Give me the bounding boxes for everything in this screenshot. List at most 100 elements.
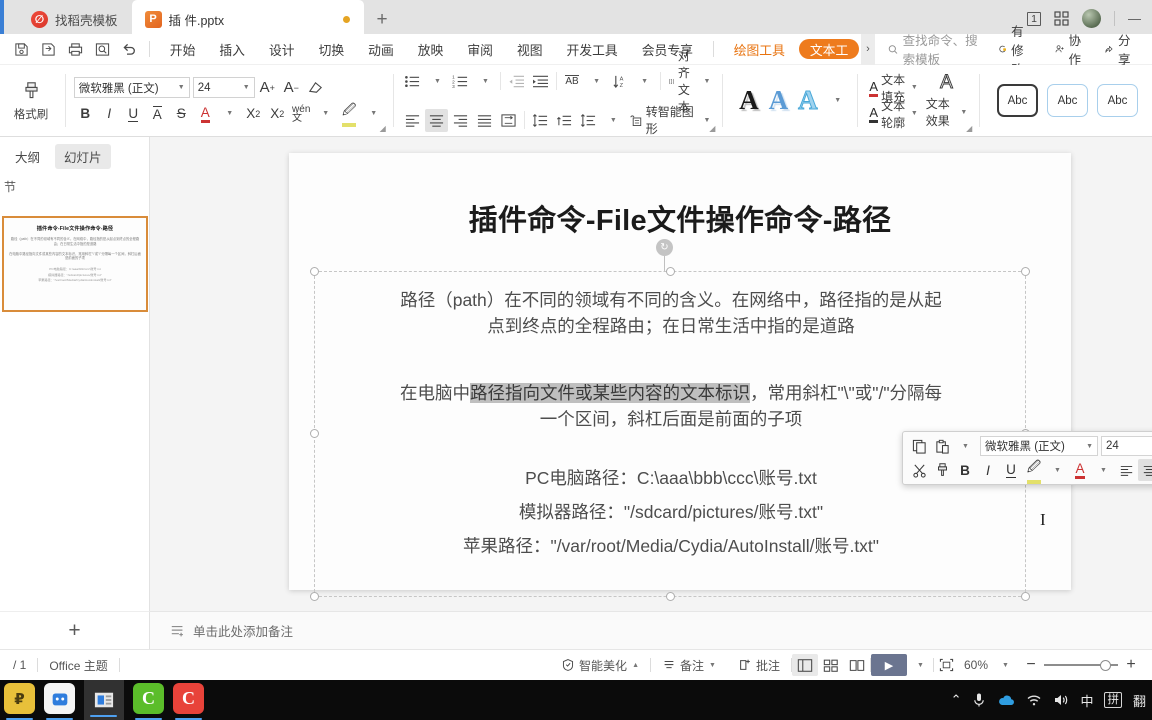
paragraph-spacing-icon[interactable] xyxy=(553,109,576,132)
menu-item-insert[interactable]: 插入 xyxy=(207,34,257,65)
sort-dropdown[interactable]: ▼ xyxy=(633,70,656,93)
char-spacing-dropdown[interactable]: ▼ xyxy=(601,109,624,132)
convert-smartart-button[interactable]: 转智能图形 ▼ xyxy=(625,105,714,136)
font-size-combobox[interactable]: 24 ▼ xyxy=(192,77,255,98)
slide-thumbnail-1[interactable]: 插件命令-File文件操作命令-路径 路径（path）在不同的领域有不同的含义。… xyxy=(2,216,148,312)
save-as-icon[interactable] xyxy=(36,38,60,61)
copy-icon[interactable] xyxy=(908,435,930,457)
ime-pinyin-label[interactable]: 拼 xyxy=(1104,692,1122,708)
decrease-indent-icon[interactable] xyxy=(505,70,528,93)
sort-direction-icon[interactable]: AZ xyxy=(609,70,632,93)
zoom-in-button[interactable]: + xyxy=(1118,654,1144,676)
menu-item-transition[interactable]: 切换 xyxy=(307,34,357,65)
font-color-button[interactable]: A xyxy=(194,102,217,125)
print-icon[interactable] xyxy=(63,38,87,61)
shape-style-1[interactable]: Abc xyxy=(997,84,1039,117)
fit-slide-icon[interactable] xyxy=(934,654,960,676)
menu-item-developer-tools[interactable]: 开发工具 xyxy=(555,34,630,65)
grow-font-icon[interactable]: A + xyxy=(256,76,279,99)
media-app-icon[interactable] xyxy=(84,680,124,720)
text-direction-icon[interactable]: AB xyxy=(561,70,584,93)
distribute-icon[interactable] xyxy=(497,109,520,132)
overline-button[interactable]: A xyxy=(146,102,169,125)
shrink-font-icon[interactable]: A − xyxy=(280,76,303,99)
mini-underline-button[interactable]: U xyxy=(1000,459,1022,481)
zoom-dropdown[interactable]: ▼ xyxy=(992,654,1018,676)
add-slide-button[interactable]: + xyxy=(0,611,150,649)
normal-view-icon[interactable] xyxy=(791,654,818,676)
minimize-button[interactable]: — xyxy=(1128,11,1141,26)
superscript-button[interactable]: X2 xyxy=(242,102,265,125)
search-command-box[interactable]: 查找命令、搜索模板 xyxy=(888,30,990,68)
wordart-style-2[interactable]: A xyxy=(769,87,789,114)
justify-icon[interactable] xyxy=(473,109,496,132)
shape-style-3[interactable]: Abc xyxy=(1097,84,1139,117)
mini-align-center-icon[interactable] xyxy=(1138,459,1152,481)
zoom-slider[interactable] xyxy=(1044,658,1118,672)
mini-font-color-button[interactable]: A xyxy=(1069,459,1091,481)
menu-item-drawing-tools[interactable]: 绘图工具 xyxy=(722,34,797,65)
paragraph-dialog-launcher[interactable]: ◢ xyxy=(709,124,715,133)
menu-item-slideshow[interactable]: 放映 xyxy=(406,34,456,65)
resize-handle-tr[interactable] xyxy=(1021,267,1030,276)
text-outline-button[interactable]: A 文本轮廓 ▼ xyxy=(865,99,921,130)
text-styles-dialog-launcher[interactable]: ◢ xyxy=(966,124,972,133)
tab-presentation-file[interactable]: P 插 件.pptx xyxy=(131,0,364,34)
print-preview-icon[interactable] xyxy=(90,38,114,61)
font-color-dropdown[interactable]: ▼ xyxy=(218,102,241,125)
mini-align-left-icon[interactable] xyxy=(1115,459,1137,481)
resize-handle-tc[interactable] xyxy=(666,267,675,276)
onedrive-icon[interactable] xyxy=(997,694,1015,707)
menu-item-design[interactable]: 设计 xyxy=(257,34,307,65)
mini-bold-button[interactable]: B xyxy=(954,459,976,481)
clear-format-icon[interactable] xyxy=(304,76,327,99)
camtasia-red-icon[interactable]: C xyxy=(173,683,204,720)
volume-icon[interactable] xyxy=(1053,693,1069,707)
cut-icon[interactable] xyxy=(908,459,930,481)
bold-button[interactable]: B xyxy=(74,102,97,125)
italic-button[interactable]: I xyxy=(98,102,121,125)
shape-style-2[interactable]: Abc xyxy=(1047,84,1089,117)
wordart-style-3[interactable]: A xyxy=(798,86,818,114)
comments-button[interactable]: 批注 xyxy=(727,655,791,675)
text-direction-dropdown[interactable]: ▼ xyxy=(585,70,608,93)
section-label[interactable]: 节 xyxy=(0,169,149,195)
tab-outline[interactable]: 大纲 xyxy=(6,144,49,169)
ime-mode-label[interactable]: 中 xyxy=(1080,691,1093,710)
strikethrough-button[interactable]: S xyxy=(170,102,193,125)
align-center-icon[interactable] xyxy=(425,108,449,132)
share-button[interactable]: 分享 xyxy=(1096,34,1143,67)
slide-title-text[interactable]: 插件命令-File文件操作命令-路径 xyxy=(289,197,1071,239)
paste-icon[interactable] xyxy=(931,435,953,457)
highlight-dropdown[interactable]: ▼ xyxy=(362,102,385,125)
save-icon[interactable] xyxy=(9,38,33,61)
grid-icon[interactable] xyxy=(1054,11,1069,26)
ime-translate-label[interactable]: 翻 xyxy=(1133,691,1146,710)
numbering-dropdown[interactable]: ▼ xyxy=(473,70,496,93)
resize-handle-bl[interactable] xyxy=(310,592,319,601)
format-painter-icon[interactable] xyxy=(931,459,953,481)
menu-item-animation[interactable]: 动画 xyxy=(356,34,406,65)
theme-label[interactable]: Office 主题 xyxy=(38,655,118,675)
font-dialog-launcher[interactable]: ◢ xyxy=(380,124,386,133)
text-effects-button[interactable]: A 文本效果 ▼ xyxy=(922,72,972,129)
zoom-out-button[interactable]: − xyxy=(1018,654,1044,676)
wifi-icon[interactable] xyxy=(1026,693,1042,707)
rotation-handle[interactable]: ↻ xyxy=(656,239,673,256)
slide-canvas[interactable]: 插件命令-File文件操作命令-路径 ↻ 路径（path）在不同的领域有不同的含… xyxy=(289,153,1071,601)
tab-slides[interactable]: 幻灯片 xyxy=(55,144,111,169)
chevron-up-icon[interactable]: ⌃ xyxy=(951,692,962,708)
format-painter-button[interactable]: 格式刷 xyxy=(5,80,57,122)
smart-beautify-button[interactable]: 智能美化 ▲ xyxy=(550,655,650,675)
robot-app-icon[interactable] xyxy=(44,683,75,720)
underline-button[interactable]: U xyxy=(122,102,145,125)
collaborate-button[interactable]: 协作 xyxy=(1047,34,1094,67)
microphone-icon[interactable] xyxy=(972,692,986,708)
increase-indent-icon[interactable] xyxy=(529,70,552,93)
mini-font-color-dropdown[interactable]: ▼ xyxy=(1092,459,1114,481)
notes-pane[interactable]: 单击此处添加备注 xyxy=(150,611,1152,649)
slideshow-dropdown[interactable]: ▼ xyxy=(907,654,933,676)
new-tab-button[interactable]: + xyxy=(364,10,401,29)
subscript-button[interactable]: X2 xyxy=(266,102,289,125)
menu-item-review[interactable]: 审阅 xyxy=(455,34,505,65)
